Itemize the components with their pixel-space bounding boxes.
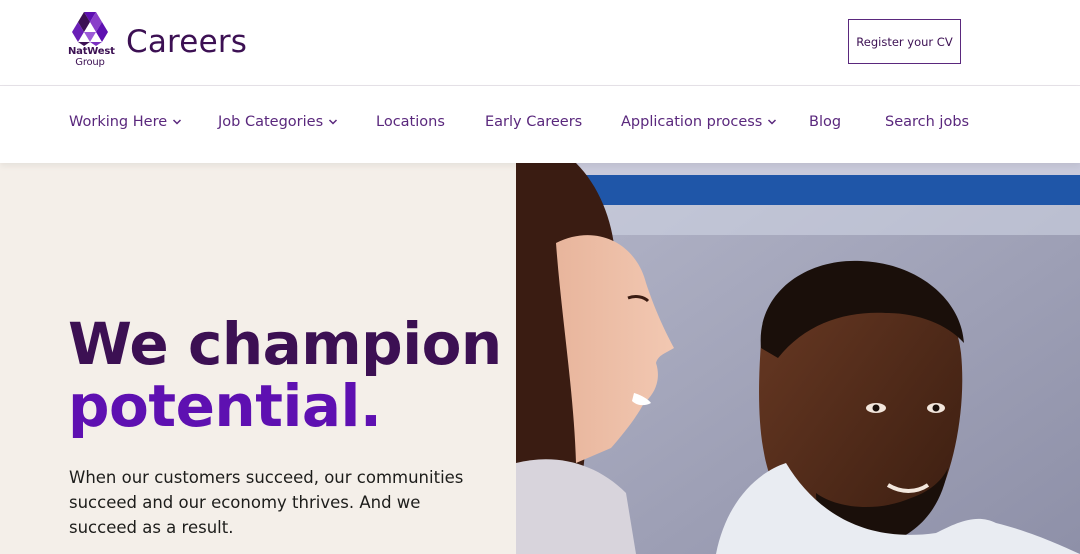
natwest-logo-icon <box>72 12 108 46</box>
nav-item-label: Search jobs <box>885 114 970 130</box>
nav-item-label: Locations <box>376 114 445 130</box>
site-header: NatWest Group Careers Register your CV <box>0 0 1080 86</box>
main-nav: Working Here Job Categories Locations Ea… <box>0 86 1080 163</box>
hero-headline-line-2: potential. <box>68 372 382 440</box>
hero-photo <box>516 163 1080 554</box>
nav-item-locations[interactable]: Locations <box>376 114 445 130</box>
hero-headline-line-1: We champion <box>68 310 502 378</box>
hero-text-panel: We champion potential. When our customer… <box>0 163 516 554</box>
hero-headline: We champion potential. <box>68 313 502 437</box>
nav-item-blog[interactable]: Blog <box>809 114 841 130</box>
chevron-down-icon <box>768 119 777 125</box>
chevron-down-icon <box>329 119 338 125</box>
chevron-down-icon <box>173 119 182 125</box>
nav-item-application-process[interactable]: Application process <box>621 114 777 130</box>
nav-item-label: Working Here <box>69 114 168 130</box>
nav-item-early-careers[interactable]: Early Careers <box>485 114 582 130</box>
natwest-logo[interactable]: NatWest Group <box>68 12 115 72</box>
hero-photo-illustration <box>516 163 1080 554</box>
logo-line-2: Group <box>75 57 105 68</box>
nav-item-job-categories[interactable]: Job Categories <box>218 114 338 130</box>
nav-item-label: Job Categories <box>218 114 324 130</box>
hero-body-text: When our customers succeed, our communit… <box>69 468 464 537</box>
logo-line-1: NatWest <box>68 46 115 57</box>
nav-item-label: Early Careers <box>485 114 583 130</box>
nav-item-label: Application process <box>621 114 763 130</box>
nav-item-working-here[interactable]: Working Here <box>69 114 182 130</box>
register-cv-button[interactable]: Register your CV <box>848 19 961 64</box>
logo-wordmark: NatWest Group <box>68 46 115 68</box>
nav-item-label: Blog <box>809 114 842 130</box>
page-title[interactable]: Careers <box>126 22 247 62</box>
nav-item-search-jobs[interactable]: Search jobs <box>885 114 969 130</box>
